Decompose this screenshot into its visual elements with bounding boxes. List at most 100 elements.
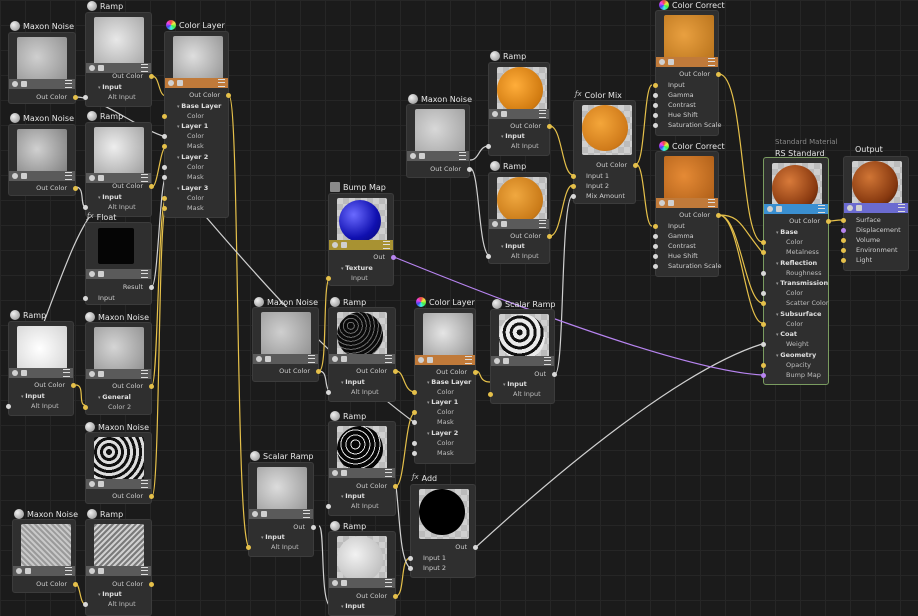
input-port[interactable]: Input <box>326 274 393 284</box>
menu-icon[interactable] <box>141 174 148 182</box>
input-1-port[interactable]: Input 1 <box>571 172 635 182</box>
scalar-ramp-node[interactable]: Out Input Alt Input <box>488 309 557 404</box>
info-icon[interactable] <box>332 356 338 362</box>
out-color-port[interactable]: Out Color <box>489 122 552 132</box>
result-port[interactable]: Result <box>86 283 154 293</box>
color-port[interactable]: Color <box>412 439 475 449</box>
preview-icon[interactable] <box>21 81 27 87</box>
output-node[interactable]: Surface Displacement Volume Environment … <box>841 156 909 271</box>
input-section[interactable]: Input <box>86 590 151 600</box>
menu-icon[interactable] <box>544 357 551 365</box>
out-color-port[interactable]: Out Color <box>329 482 398 492</box>
scatter-color-port[interactable]: Scatter Color <box>761 299 829 309</box>
surface-port[interactable]: Surface <box>841 216 908 226</box>
gamma-port[interactable]: Gamma <box>653 91 718 101</box>
color-layer-node[interactable]: Out Color Base Layer Color Layer 1 Color… <box>162 31 231 218</box>
out-color-port[interactable]: Out Color <box>86 580 154 590</box>
mix-amount-port[interactable]: Mix Amount <box>571 192 635 202</box>
menu-icon[interactable] <box>539 110 546 118</box>
menu-icon[interactable] <box>465 356 472 364</box>
light-port[interactable]: Light <box>841 256 908 266</box>
alt-input-port[interactable]: Alt Input <box>246 543 313 553</box>
preview-icon[interactable] <box>21 370 27 376</box>
subsurface-section[interactable]: Subsurface <box>764 310 828 320</box>
hue-shift-port[interactable]: Hue Shift <box>653 111 718 121</box>
info-icon[interactable] <box>332 242 338 248</box>
menu-icon[interactable] <box>141 567 148 575</box>
geometry-section[interactable]: Geometry <box>764 351 828 361</box>
info-icon[interactable] <box>89 175 95 181</box>
preview-icon[interactable] <box>856 205 862 211</box>
opacity-port[interactable]: Opacity <box>761 361 828 371</box>
info-icon[interactable] <box>89 271 95 277</box>
layer-3-section[interactable]: Layer 3 <box>165 184 228 194</box>
preview-icon[interactable] <box>341 242 347 248</box>
preview-icon[interactable] <box>98 271 104 277</box>
input-section[interactable]: Input <box>9 392 73 402</box>
input-2-port[interactable]: Input 2 <box>408 564 475 574</box>
layer-1-section[interactable]: Layer 1 <box>165 122 228 132</box>
input-section[interactable]: Input <box>491 380 554 390</box>
menu-icon[interactable] <box>539 220 546 228</box>
color-port[interactable]: Color <box>162 112 228 122</box>
menu-icon[interactable] <box>459 152 466 160</box>
alt-input-port[interactable]: Alt Input <box>488 390 554 400</box>
preview-icon[interactable] <box>341 470 347 476</box>
menu-icon[interactable] <box>385 579 392 587</box>
mask-port[interactable]: Mask <box>412 418 475 428</box>
preview-icon[interactable] <box>503 358 509 364</box>
preview-icon[interactable] <box>668 200 674 206</box>
input-section[interactable]: Input <box>329 492 395 502</box>
preview-icon[interactable] <box>501 111 507 117</box>
out-color-port[interactable]: Out Color <box>9 381 76 391</box>
color-port[interactable]: Color <box>761 320 828 330</box>
base-section[interactable]: Base <box>764 228 828 238</box>
info-icon[interactable] <box>332 580 338 586</box>
color-mix-node[interactable]: Out Color Input 1 Input 2 Mix Amount <box>571 100 638 204</box>
menu-icon[interactable] <box>898 204 905 212</box>
info-icon[interactable] <box>12 81 18 87</box>
input-section[interactable]: Input <box>489 242 549 252</box>
info-icon[interactable] <box>16 568 22 574</box>
info-icon[interactable] <box>168 80 174 86</box>
preview-icon[interactable] <box>341 580 347 586</box>
mask-port[interactable]: Mask <box>162 173 228 183</box>
gamma-port[interactable]: Gamma <box>653 232 718 242</box>
menu-icon[interactable] <box>708 199 715 207</box>
info-icon[interactable] <box>410 153 416 159</box>
preview-icon[interactable] <box>427 357 433 363</box>
preview-icon[interactable] <box>261 511 267 517</box>
color-correct-node[interactable]: Out Color Input Gamma Contrast Hue Shift… <box>653 151 721 277</box>
out-color-port[interactable]: Out Color <box>415 368 478 378</box>
contrast-port[interactable]: Contrast <box>653 101 718 111</box>
info-icon[interactable] <box>332 470 338 476</box>
out-port[interactable]: Out <box>249 523 316 533</box>
preview-icon[interactable] <box>98 175 104 181</box>
scalar-ramp-node[interactable]: Out Input Alt Input <box>246 462 316 557</box>
preview-icon[interactable] <box>98 568 104 574</box>
out-color-port[interactable]: Out Color <box>86 72 154 82</box>
contrast-port[interactable]: Contrast <box>653 242 718 252</box>
info-icon[interactable] <box>12 370 18 376</box>
ramp-node[interactable]: Out Color Input Alt Input <box>6 321 76 416</box>
maxon-noise-node[interactable]: Out Color <box>12 519 78 593</box>
menu-icon[interactable] <box>65 172 72 180</box>
input-port[interactable]: Input <box>653 222 718 232</box>
info-icon[interactable] <box>12 173 18 179</box>
alt-input-port[interactable]: Alt Input <box>486 142 549 152</box>
preview-icon[interactable] <box>419 153 425 159</box>
reflection-section[interactable]: Reflection <box>764 259 828 269</box>
texture-section[interactable]: Texture <box>329 264 393 274</box>
out-port[interactable]: Out <box>329 253 396 263</box>
maxon-noise-node[interactable]: Out Color <box>85 432 154 504</box>
alt-input-port[interactable]: Alt Input <box>83 93 151 103</box>
color-port[interactable]: Color <box>761 238 828 248</box>
color-correct-node[interactable]: Out Color Input Gamma Contrast Hue Shift… <box>653 10 721 136</box>
info-icon[interactable] <box>847 205 853 211</box>
ramp-node[interactable]: Out Color Input Alt Input <box>486 62 552 156</box>
layer-2-section[interactable]: Layer 2 <box>165 153 228 163</box>
alt-input-port[interactable]: Alt Input <box>326 502 395 512</box>
out-color-port[interactable]: Out Color <box>86 382 154 392</box>
roughness-port[interactable]: Roughness <box>761 269 828 279</box>
preview-icon[interactable] <box>98 481 104 487</box>
